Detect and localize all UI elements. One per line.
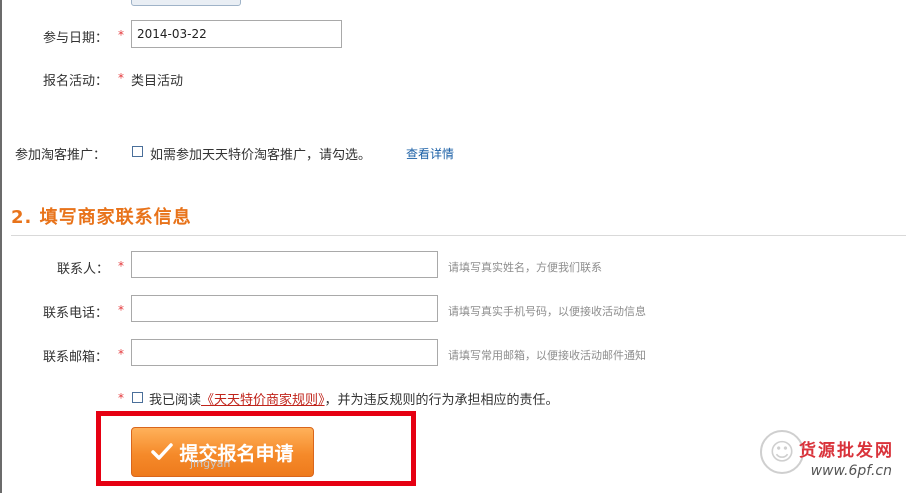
- agreement-suffix: ，并为违反规则的行为承担相应的责任。: [324, 393, 559, 408]
- highlight-box: [96, 411, 416, 486]
- activity-value: 类目活动: [131, 74, 184, 89]
- activity-required-mark: *: [118, 71, 124, 85]
- watermark-site-name: 货源批发网: [799, 441, 894, 461]
- agreement-checkbox[interactable]: [132, 392, 143, 403]
- merchant-rules-link[interactable]: 《天天特价商家规则》: [201, 393, 325, 408]
- taoke-details-link[interactable]: 查看详情: [406, 145, 454, 162]
- contact-hint: 请填写真实姓名，方便我们联系: [448, 261, 602, 274]
- contact-name-input[interactable]: [131, 251, 438, 278]
- contact-required-mark: *: [118, 259, 124, 273]
- phone-label: 联系电话：: [43, 306, 109, 321]
- faint-watermark: jingyan: [190, 457, 231, 470]
- date-input[interactable]: [131, 20, 342, 48]
- agreement-required-mark: *: [118, 391, 124, 405]
- date-required-mark: *: [118, 28, 124, 42]
- section-divider: [11, 235, 906, 236]
- taoke-label: 参加淘客推广：: [15, 148, 107, 163]
- taoke-checkbox[interactable]: [132, 146, 143, 157]
- activity-label: 报名活动：: [43, 74, 109, 89]
- left-border-line: [0, 0, 2, 493]
- phone-input[interactable]: [131, 295, 438, 322]
- phone-required-mark: *: [118, 303, 124, 317]
- watermark-emblem-icon: ☺: [760, 430, 804, 474]
- watermark-url: www.6pf.cn: [810, 463, 892, 479]
- section-title: 2. 填写商家联系信息: [11, 207, 192, 228]
- agreement-text: 我已阅读《天天特价商家规则》，并为违反规则的行为承担相应的责任。: [149, 389, 559, 408]
- phone-hint: 请填写真实手机号码，以便接收活动信息: [448, 305, 646, 318]
- email-input[interactable]: [131, 339, 438, 366]
- agreement-prefix: 我已阅读: [149, 393, 202, 408]
- top-cropped-button[interactable]: [131, 0, 241, 6]
- email-label: 联系邮箱：: [43, 350, 109, 365]
- contact-label: 联系人：: [57, 262, 110, 277]
- email-hint: 请填写常用邮箱，以便接收活动邮件通知: [448, 349, 646, 362]
- email-required-mark: *: [118, 347, 124, 361]
- taoke-checkbox-label: 如需参加天天特价淘客推广，请勾选。: [150, 148, 372, 163]
- date-label: 参与日期：: [43, 31, 109, 46]
